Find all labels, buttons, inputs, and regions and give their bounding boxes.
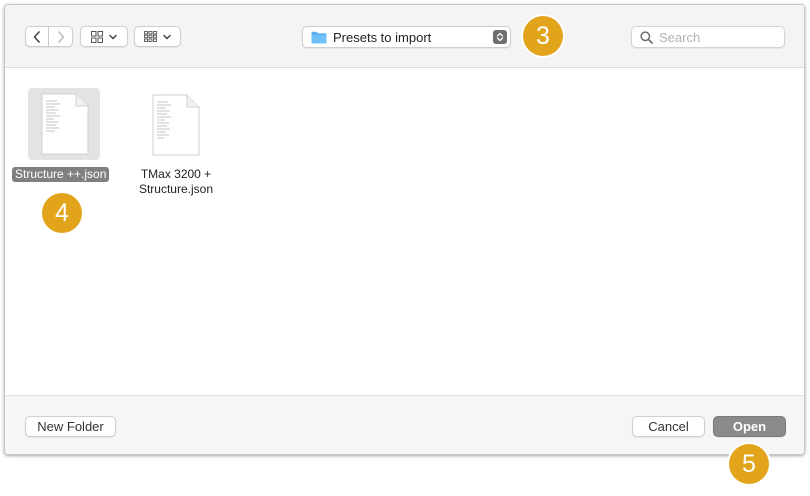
callout-badge: 3 bbox=[523, 16, 563, 56]
file-name: Structure ++.json bbox=[12, 167, 110, 182]
chevron-left-icon bbox=[33, 30, 40, 43]
open-file-dialog: Presets to import 3 Search Structure ++.… bbox=[4, 4, 805, 455]
toolbar: Presets to import 3 Search bbox=[5, 5, 804, 68]
chevron-right-icon bbox=[57, 30, 64, 43]
location-popup[interactable]: Presets to import bbox=[302, 26, 511, 48]
back-button[interactable] bbox=[25, 26, 49, 47]
file-name-line: Structure.json bbox=[138, 182, 214, 196]
callout-badge: 4 bbox=[42, 193, 82, 233]
new-folder-button[interactable]: New Folder bbox=[25, 416, 116, 437]
file-thumbnail-selected bbox=[28, 88, 100, 160]
location-label: Presets to import bbox=[333, 29, 432, 45]
view-as-icons-button[interactable] bbox=[80, 26, 128, 47]
forward-button[interactable] bbox=[49, 26, 73, 47]
search-placeholder: Search bbox=[659, 29, 701, 45]
group-grid-icon bbox=[144, 31, 157, 42]
chevron-down-icon bbox=[163, 34, 171, 40]
search-icon bbox=[640, 30, 653, 44]
group-view-button[interactable] bbox=[134, 26, 181, 47]
file-browser: Structure ++.json 4 TMax 3200 + Structur… bbox=[5, 68, 804, 395]
open-button[interactable]: Open bbox=[713, 416, 786, 437]
json-file-icon bbox=[41, 93, 89, 155]
file-name-line: TMax 3200 + bbox=[140, 167, 212, 181]
folder-icon bbox=[311, 31, 327, 43]
search-field[interactable]: Search bbox=[631, 26, 785, 48]
icon-grid-icon bbox=[91, 30, 103, 43]
up-down-chevron-icon bbox=[493, 30, 507, 44]
chevron-down-icon bbox=[109, 34, 117, 40]
footer: New Folder Cancel Open bbox=[5, 395, 804, 454]
file-name: TMax 3200 + Structure.json bbox=[126, 167, 226, 197]
callout-badge: 5 bbox=[729, 444, 769, 484]
json-file-icon bbox=[152, 94, 200, 156]
cancel-button[interactable]: Cancel bbox=[632, 416, 705, 437]
